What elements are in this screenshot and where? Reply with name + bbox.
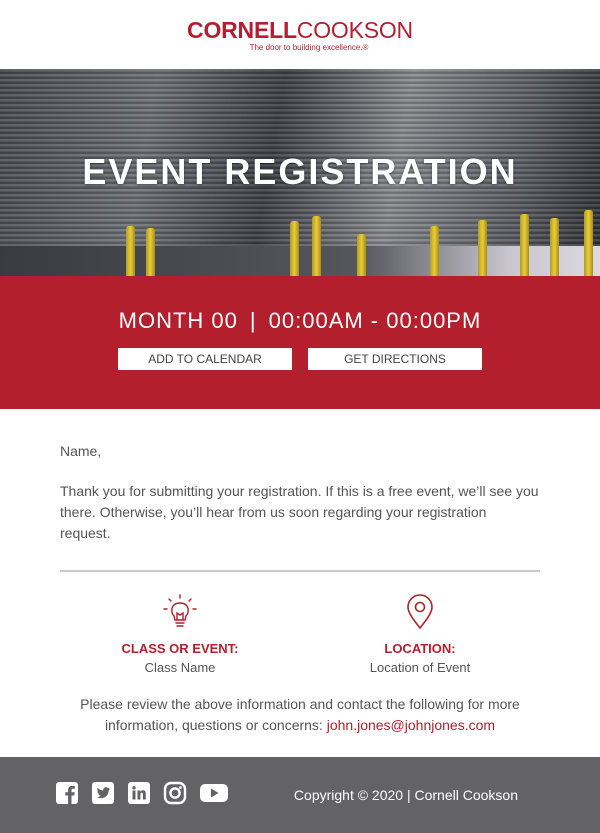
- email-footer: Copyright © 2020 | Cornell Cookson: [0, 757, 600, 833]
- email-header: CORNELLCOOKSON The door to building exce…: [0, 0, 600, 69]
- bollard-image: [430, 226, 439, 276]
- brand-logo[interactable]: CORNELLCOOKSON: [187, 18, 413, 42]
- contact-info: Please review the above information and …: [60, 694, 540, 736]
- class-detail: CLASS OR EVENT: Class Name: [60, 594, 300, 678]
- event-time: 00:00AM - 00:00PM: [268, 308, 482, 333]
- bollard-image: [290, 221, 299, 276]
- section-divider: [60, 570, 540, 572]
- bollard-image: [312, 216, 321, 276]
- hero-ground: [0, 246, 600, 276]
- bollard-image: [520, 214, 529, 276]
- class-value: Class Name: [144, 660, 216, 675]
- bollard-image: [126, 226, 135, 276]
- linkedin-icon[interactable]: [127, 781, 151, 810]
- instagram-icon[interactable]: [163, 781, 187, 810]
- twitter-icon[interactable]: [91, 781, 115, 810]
- logo-tagline: The door to building excellence.®: [249, 42, 369, 52]
- bollard-image: [584, 210, 593, 276]
- bollard-image: [478, 220, 487, 276]
- location-detail: LOCATION: Location of Event: [300, 594, 540, 678]
- youtube-icon[interactable]: [199, 781, 229, 810]
- contact-email-link[interactable]: john.jones@johnjones.com: [327, 717, 495, 733]
- event-actions: ADD TO CALENDAR GET DIRECTIONS: [0, 348, 600, 370]
- logo-light-text: COOKSON: [296, 16, 413, 43]
- lightbulb-icon: [60, 594, 300, 630]
- get-directions-button[interactable]: GET DIRECTIONS: [308, 348, 482, 370]
- location-label: LOCATION:: [384, 641, 456, 656]
- confirmation-text: Thank you for submitting your registrati…: [60, 483, 539, 541]
- copyright-text: Copyright © 2020 | Cornell Cookson: [293, 787, 518, 803]
- bollard-image: [357, 234, 366, 276]
- facebook-icon[interactable]: [55, 781, 79, 810]
- event-details: CLASS OR EVENT: Class Name LOCATION: Loc…: [60, 594, 540, 678]
- class-label: CLASS OR EVENT:: [121, 641, 239, 656]
- bollard-image: [550, 218, 559, 276]
- location-value: Location of Event: [369, 660, 471, 675]
- datetime-separator: |: [249, 308, 257, 333]
- social-links: [55, 781, 229, 810]
- message-body: Name, Thank you for submitting your regi…: [0, 409, 600, 736]
- hero-title: EVENT REGISTRATION: [82, 151, 518, 192]
- event-datetime: MONTH 00 | 00:00AM - 00:00PM: [0, 276, 600, 336]
- event-date: MONTH 00: [118, 308, 238, 333]
- map-pin-icon: [300, 594, 540, 630]
- hero-banner: EVENT REGISTRATION: [0, 69, 600, 276]
- bollard-image: [146, 228, 155, 276]
- greeting-text: Name,: [60, 443, 102, 459]
- add-to-calendar-button[interactable]: ADD TO CALENDAR: [118, 348, 292, 370]
- event-band: MONTH 00 | 00:00AM - 00:00PM ADD TO CALEND…: [0, 276, 600, 409]
- logo-bold-text: CORNELL: [187, 16, 297, 43]
